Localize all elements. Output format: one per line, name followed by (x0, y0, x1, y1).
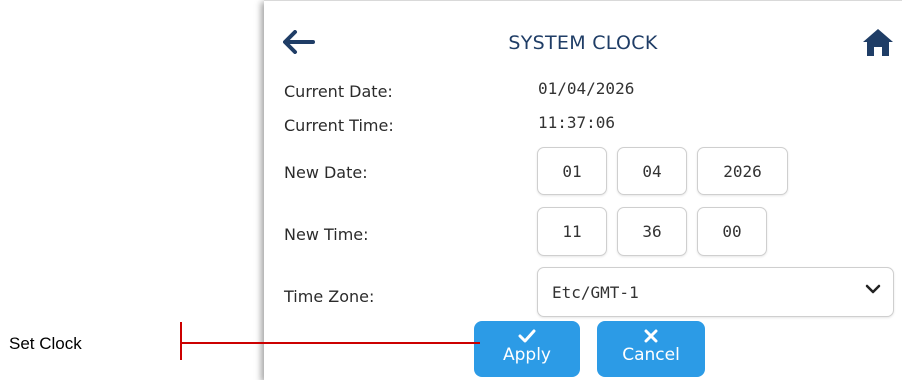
cancel-button-label: Cancel (622, 345, 680, 365)
chevron-down-icon (865, 284, 881, 294)
current-date-value: 01/04/2026 (538, 79, 635, 98)
check-icon (518, 329, 536, 343)
current-time-value: 11:37:06 (538, 113, 616, 132)
time-zone-value: Etc/GMT-1 (552, 282, 639, 302)
new-time-label: New Time: (284, 225, 369, 244)
new-date-year-field[interactable]: 2026 (697, 147, 788, 195)
time-zone-label: Time Zone: (284, 287, 375, 306)
callout-label: Set Clock (9, 334, 82, 353)
cancel-button[interactable]: Cancel (597, 321, 705, 377)
apply-button[interactable]: Apply (474, 321, 580, 377)
page-title: SYSTEM CLOCK (508, 32, 658, 54)
current-time-label: Current Time: (284, 116, 394, 135)
callout-line (180, 322, 480, 360)
new-time-second-field[interactable]: 00 (697, 207, 767, 256)
new-date-label: New Date: (284, 163, 368, 182)
new-date-month-field[interactable]: 04 (617, 147, 687, 195)
new-time-hour-field[interactable]: 11 (537, 207, 607, 256)
close-icon (644, 329, 658, 343)
current-date-label: Current Date: (284, 82, 393, 101)
new-time-minute-field[interactable]: 36 (617, 207, 687, 256)
new-date-day-field[interactable]: 01 (537, 147, 607, 195)
apply-button-label: Apply (503, 345, 551, 365)
time-zone-select[interactable]: Etc/GMT-1 (537, 267, 894, 317)
home-icon[interactable] (862, 27, 894, 57)
